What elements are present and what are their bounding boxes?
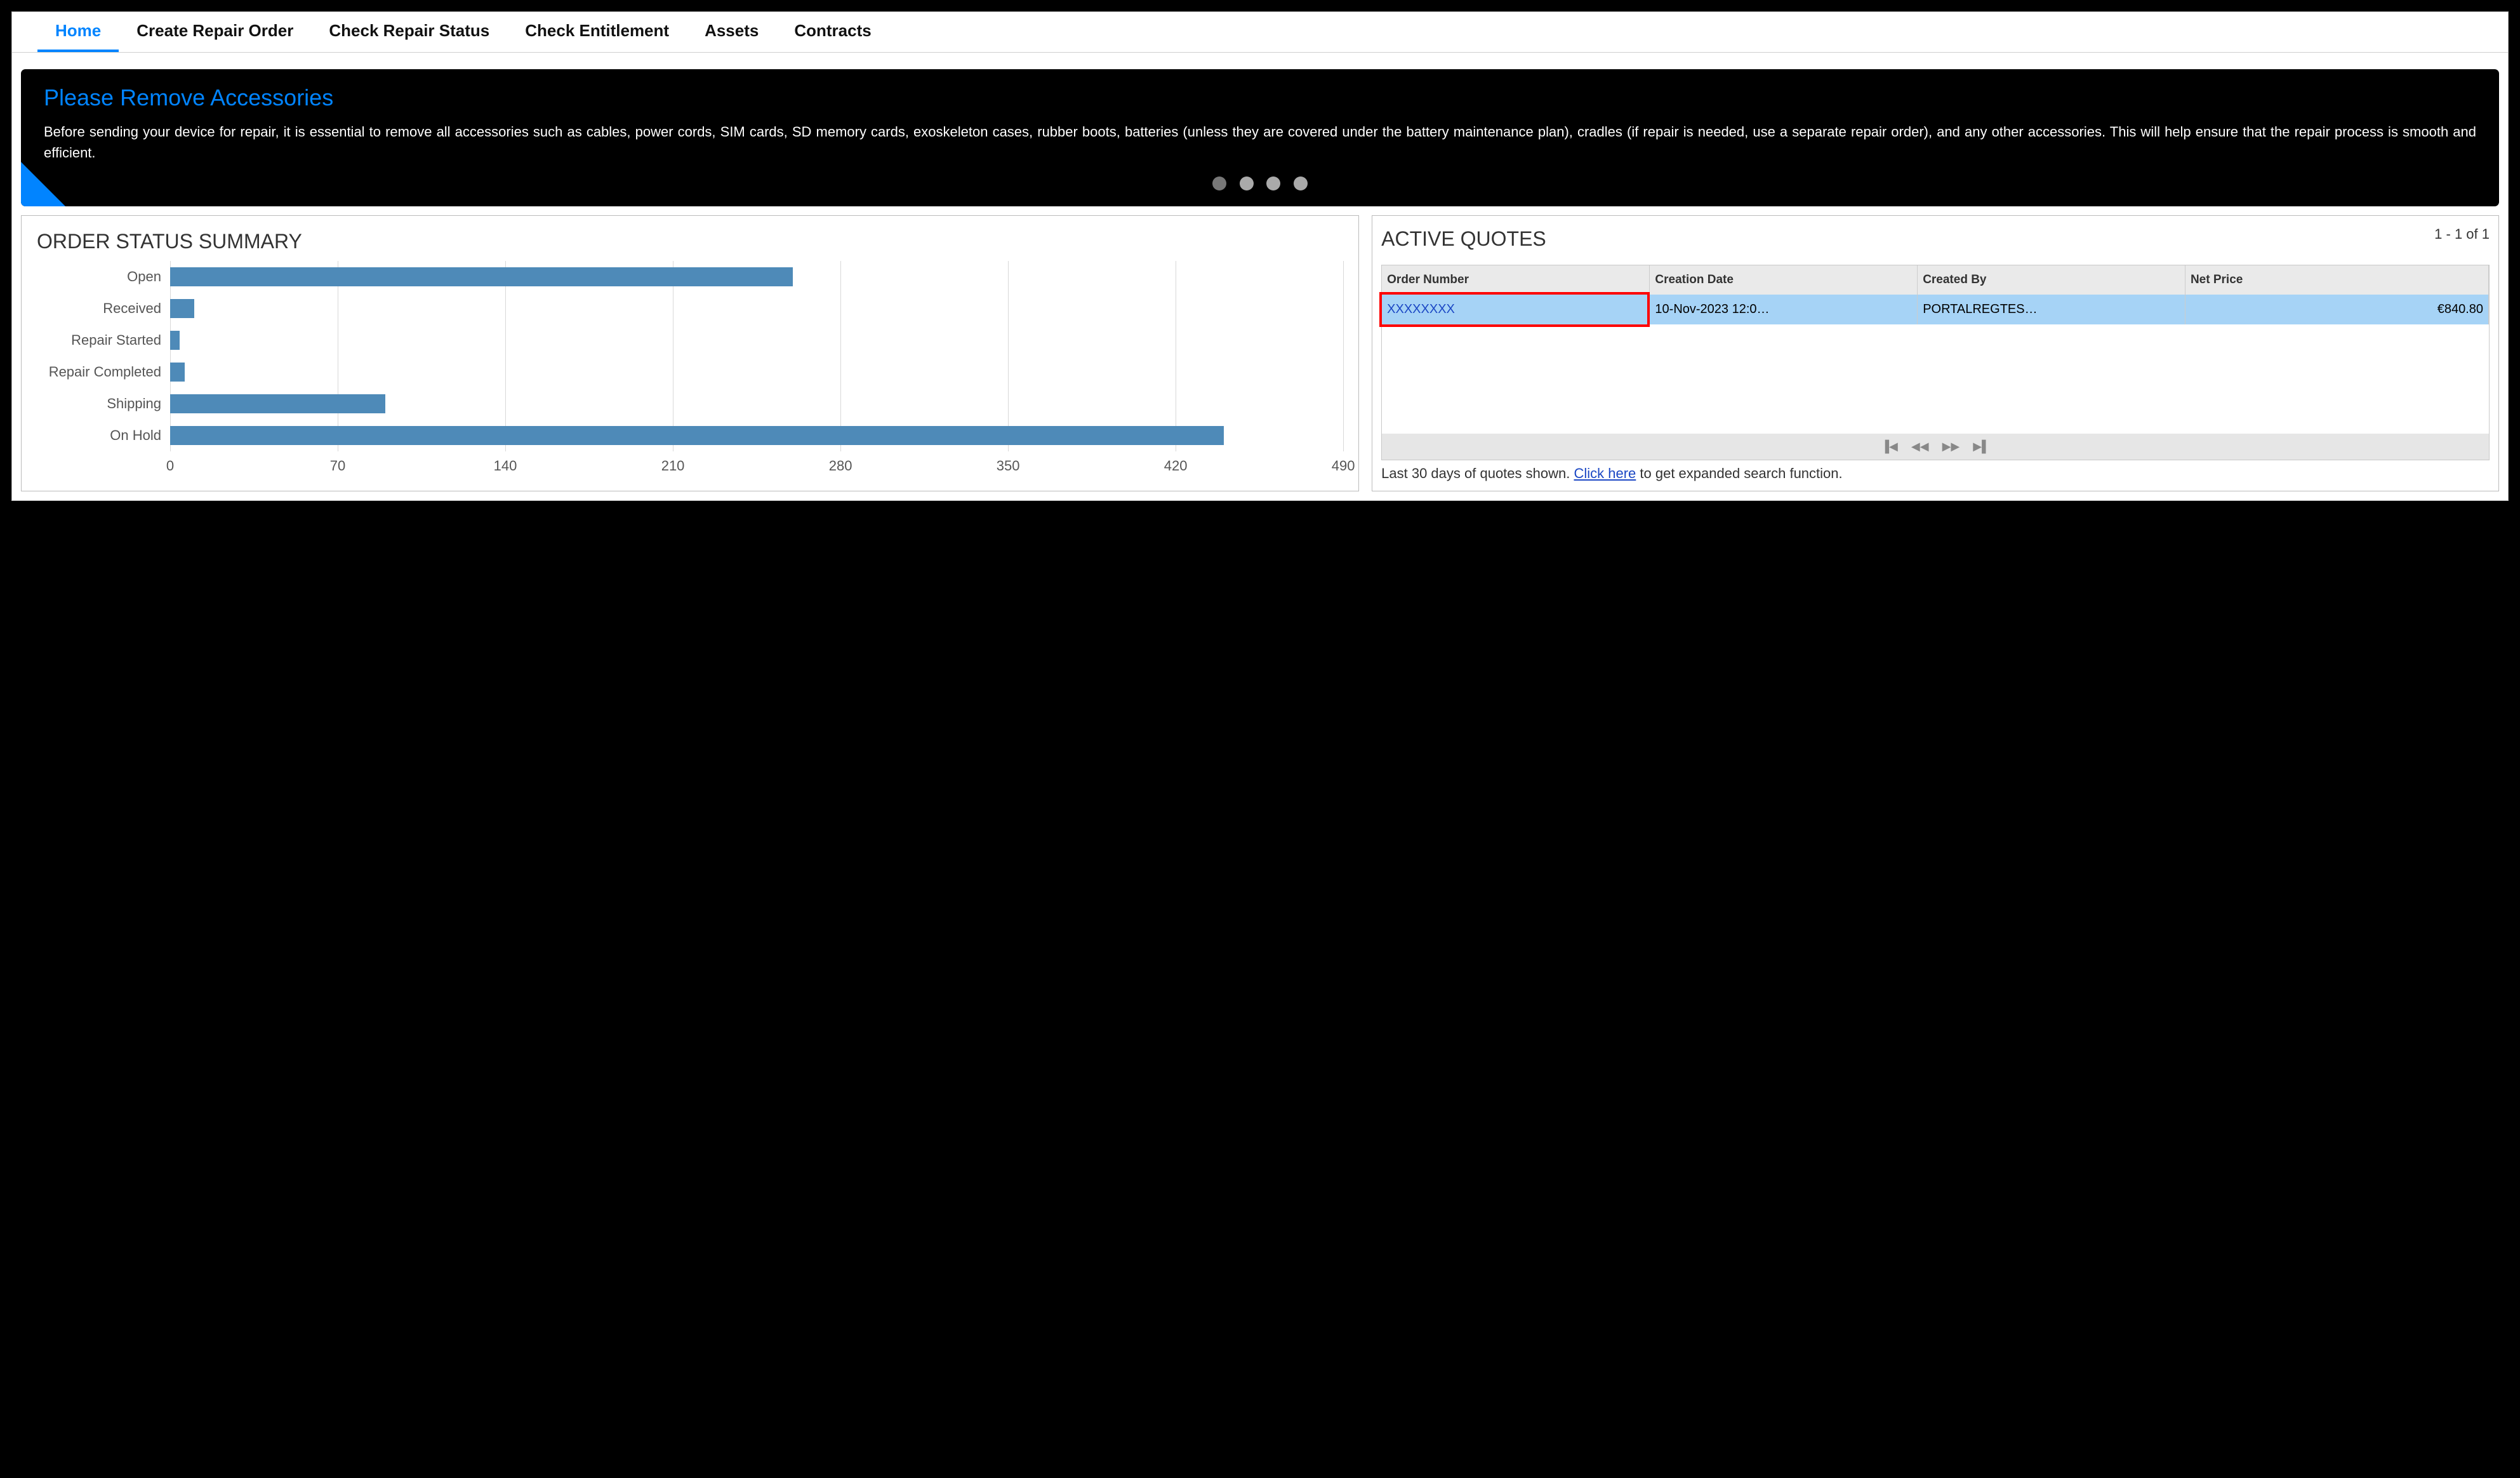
carousel-dot-1[interactable]: [1212, 176, 1226, 190]
pager-next-icon[interactable]: ▶▶: [1942, 440, 1960, 453]
carousel-dots: [21, 176, 2499, 194]
quotes-range: 1 - 1 of 1: [2434, 226, 2490, 243]
y-category-label: Repair Completed: [37, 356, 170, 388]
col-order-number[interactable]: Order Number: [1382, 265, 1650, 295]
y-category-label: Received: [37, 293, 170, 324]
chart-bar[interactable]: [170, 299, 194, 318]
order-status-chart: OpenReceivedRepair StartedRepair Complet…: [37, 261, 1343, 451]
announcement-banner: Please Remove Accessories Before sending…: [21, 69, 2499, 206]
x-tick: 140: [494, 458, 517, 474]
pager: ▐◀ ◀◀ ▶▶ ▶▌: [1382, 434, 2489, 460]
chart-bar[interactable]: [170, 426, 1224, 445]
y-category-label: On Hold: [37, 420, 170, 451]
quotes-footnote: Last 30 days of quotes shown. Click here…: [1381, 465, 2490, 482]
x-tick: 210: [661, 458, 685, 474]
carousel-dot-4[interactable]: [1294, 176, 1308, 190]
cell-creation-date: 10-Nov-2023 12:0…: [1650, 295, 1918, 324]
banner-title: Please Remove Accessories: [44, 84, 2476, 111]
x-tick: 350: [997, 458, 1020, 474]
banner-body: Before sending your device for repair, i…: [44, 121, 2476, 163]
chart-bar[interactable]: [170, 331, 180, 350]
y-category-label: Shipping: [37, 388, 170, 420]
pager-prev-icon[interactable]: ◀◀: [1911, 440, 1929, 453]
col-created-by[interactable]: Created By: [1918, 265, 2185, 295]
cell-created-by: PORTALREGTES…: [1918, 295, 2185, 324]
x-tick: 0: [166, 458, 174, 474]
x-tick: 490: [1332, 458, 1355, 474]
nav-check-entitlement[interactable]: Check Entitlement: [507, 12, 687, 52]
nav-contracts[interactable]: Contracts: [776, 12, 889, 52]
x-tick: 280: [829, 458, 852, 474]
expand-search-link[interactable]: Click here: [1574, 465, 1636, 481]
cell-net-price: €840.80: [2185, 295, 2488, 324]
active-quotes-title: ACTIVE QUOTES: [1381, 227, 2490, 251]
chart-bar[interactable]: [170, 363, 185, 382]
quotes-table: Order Number Creation Date Created By Ne…: [1382, 265, 2489, 324]
order-number-link[interactable]: XXXXXXXX: [1387, 302, 1455, 317]
nav-check-repair-status[interactable]: Check Repair Status: [311, 12, 507, 52]
main-nav: Home Create Repair Order Check Repair St…: [12, 12, 2508, 53]
order-status-title: ORDER STATUS SUMMARY: [37, 230, 1343, 253]
col-creation-date[interactable]: Creation Date: [1650, 265, 1918, 295]
active-quotes-panel: 1 - 1 of 1 ACTIVE QUOTES Order Number Cr…: [1372, 215, 2499, 491]
y-category-label: Repair Started: [37, 324, 170, 356]
col-net-price[interactable]: Net Price: [2185, 265, 2488, 295]
nav-create-repair-order[interactable]: Create Repair Order: [119, 12, 311, 52]
nav-home[interactable]: Home: [37, 12, 119, 52]
pager-last-icon[interactable]: ▶▌: [1973, 440, 1990, 453]
chart-bar[interactable]: [170, 394, 385, 413]
y-category-label: Open: [37, 261, 170, 293]
chart-bar[interactable]: [170, 267, 793, 286]
x-tick: 420: [1164, 458, 1188, 474]
nav-assets[interactable]: Assets: [687, 12, 776, 52]
table-row[interactable]: XXXXXXXX 10-Nov-2023 12:0… PORTALREGTES……: [1382, 295, 2488, 324]
x-tick: 70: [330, 458, 345, 474]
carousel-dot-3[interactable]: [1266, 176, 1280, 190]
pager-first-icon[interactable]: ▐◀: [1881, 440, 1898, 453]
carousel-dot-2[interactable]: [1240, 176, 1254, 190]
order-status-panel: ORDER STATUS SUMMARY OpenReceivedRepair …: [21, 215, 1359, 491]
